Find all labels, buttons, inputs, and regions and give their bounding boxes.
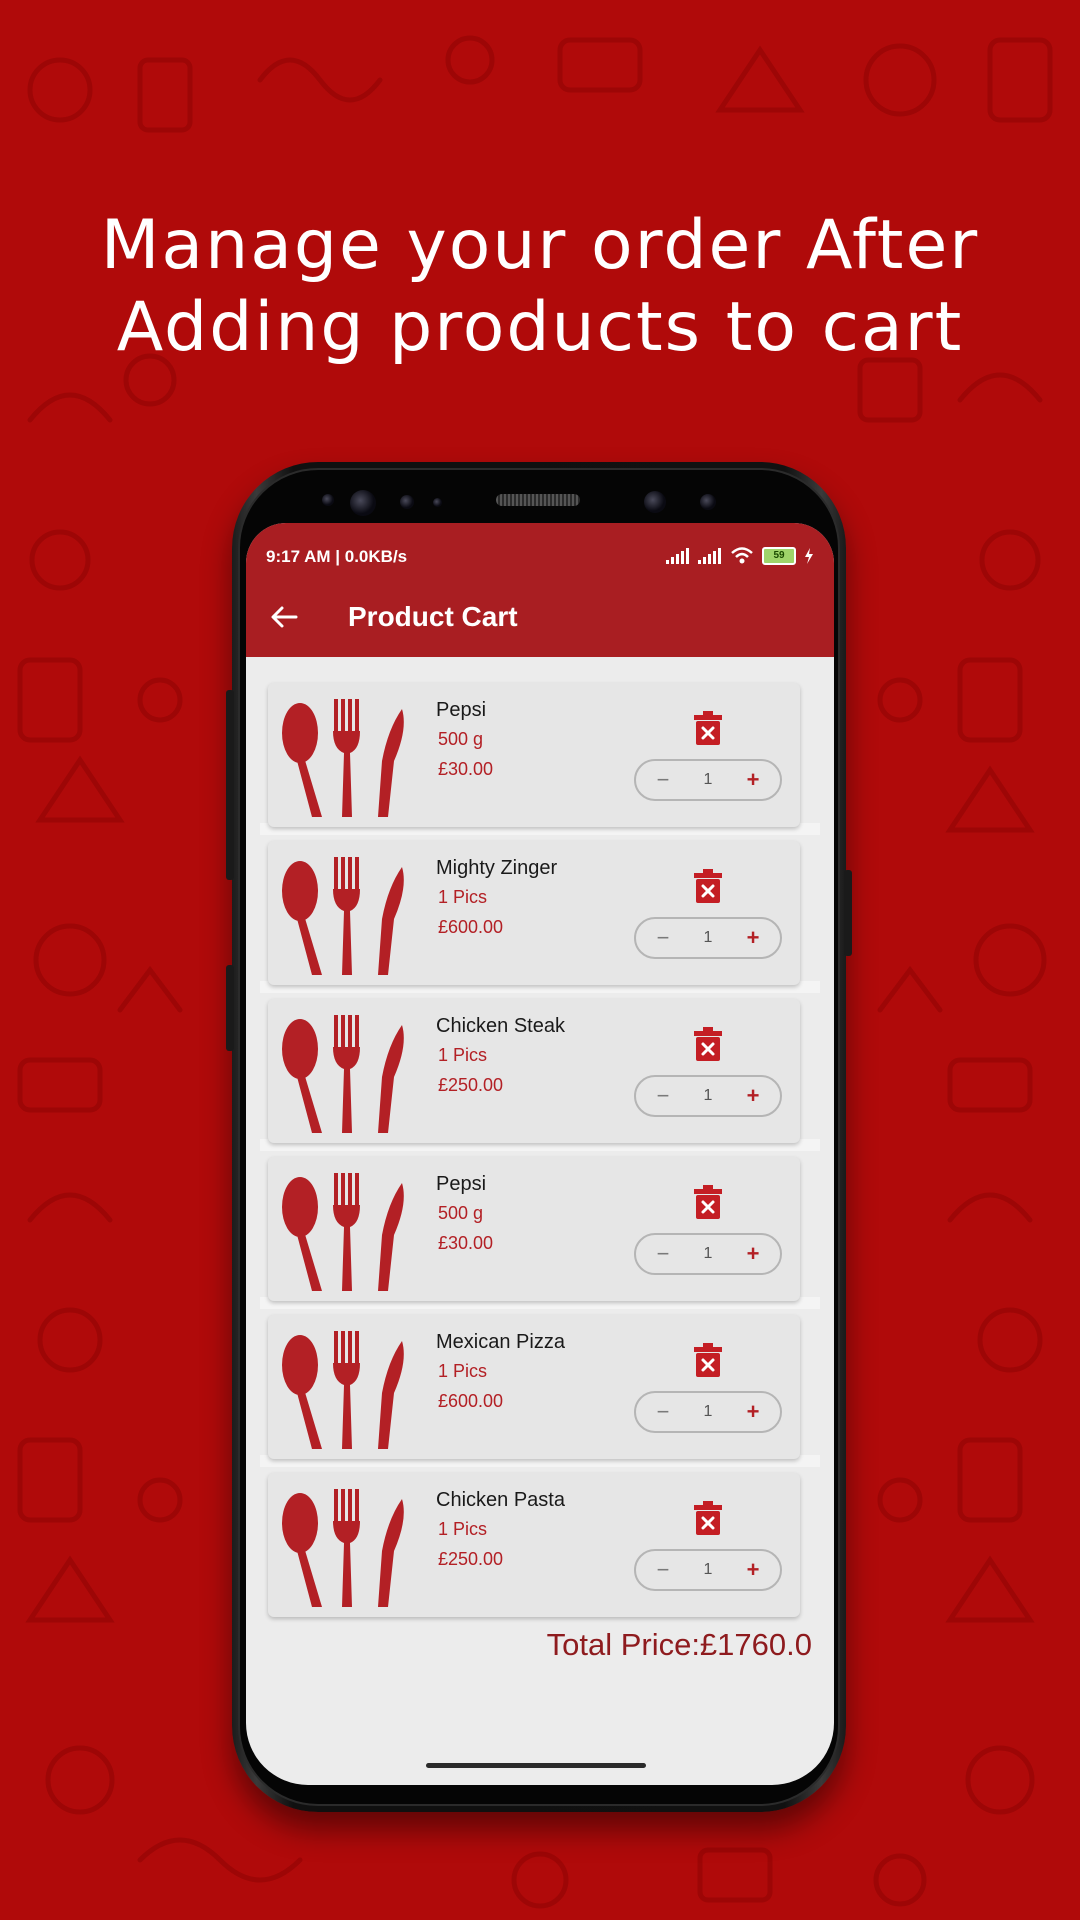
headline-line-1: Manage your order After [100,206,980,285]
trash-icon[interactable] [694,1501,722,1535]
home-indicator[interactable] [426,1763,646,1768]
increment-button[interactable]: + [740,1081,766,1111]
total-price: Total Price:£1760.0 [546,1627,812,1662]
cart-item[interactable]: Chicken Pasta 1 Pics £250.00 − 1 + [268,1473,800,1617]
trash-icon[interactable] [694,1027,722,1061]
quantity-value: 1 [703,1403,713,1420]
signal-icon-2 [698,548,721,564]
trash-icon[interactable] [694,869,722,903]
quantity-value: 1 [703,771,713,788]
status-time: 9:17 AM | 0.0KB/s [266,547,408,566]
product-price: £30.00 [438,1233,494,1253]
utensils-icon [282,1173,404,1291]
cart-item[interactable]: Mexican Pizza 1 Pics £600.00 − 1 + [268,1315,800,1459]
product-name: Mexican Pizza [436,1331,565,1353]
increment-button[interactable]: + [740,923,766,953]
product-price: £250.00 [438,1549,504,1569]
utensils-icon [282,1015,404,1133]
product-name: Pepsi [436,1173,487,1195]
quantity-value: 1 [703,1087,713,1104]
product-quantity: 1 Pics [438,887,488,907]
cart-item[interactable]: Chicken Steak 1 Pics £250.00 − 1 + [268,999,800,1143]
quantity-value: 1 [703,929,713,946]
cart-item[interactable]: Pepsi 500 g £30.00 − 1 + [268,1157,800,1301]
status-bar: 9:17 AM | 0.0KB/s 59 [266,547,814,577]
decrement-button[interactable]: − [650,1239,676,1269]
quantity-stepper: − 1 + [634,917,782,959]
product-quantity: 500 g [438,729,484,749]
product-price: £600.00 [438,917,504,937]
phone-volume-button [226,690,234,880]
product-name: Mighty Zinger [436,857,558,879]
page-title: Product Cart [348,601,518,632]
product-price: £30.00 [438,759,494,779]
back-arrow-icon[interactable] [268,601,300,633]
utensils-icon [282,857,404,975]
increment-button[interactable]: + [740,1397,766,1427]
quantity-stepper: − 1 + [634,1233,782,1275]
decrement-button[interactable]: − [650,923,676,953]
product-quantity: 1 Pics [438,1519,488,1539]
product-quantity: 500 g [438,1203,484,1223]
iris-camera-icon [644,491,666,513]
trash-icon[interactable] [694,1185,722,1219]
app-bar: 9:17 AM | 0.0KB/s 59 Product Cart [246,523,834,657]
charging-icon [805,548,813,564]
status-icons: 59 [666,547,814,565]
cart-item[interactable]: Mighty Zinger 1 Pics £600.00 − 1 + [268,841,800,985]
proximity-sensor-icon [400,495,414,509]
iris-sensor-icon [700,494,716,510]
decrement-button[interactable]: − [650,1555,676,1585]
decrement-button[interactable]: − [650,765,676,795]
signal-icon [666,548,689,564]
phone-power-button [844,870,852,956]
quantity-stepper: − 1 + [634,1075,782,1117]
increment-button[interactable]: + [740,1239,766,1269]
utensils-icon [282,1489,404,1607]
trash-icon[interactable] [694,711,722,745]
front-sensor-icon [322,494,334,506]
quantity-stepper: − 1 + [634,1391,782,1433]
light-sensor-icon [433,498,442,507]
quantity-stepper: − 1 + [634,759,782,801]
utensils-icon [282,1331,404,1449]
cart-item[interactable]: Pepsi 500 g £30.00 − 1 + [268,683,800,827]
product-name: Pepsi [436,699,487,721]
product-price: £250.00 [438,1075,504,1095]
increment-button[interactable]: + [740,765,766,795]
decrement-button[interactable]: − [650,1397,676,1427]
quantity-value: 1 [703,1245,713,1262]
product-price: £600.00 [438,1391,504,1411]
headline-line-2: Adding products to cart [116,288,964,367]
decrement-button[interactable]: − [650,1081,676,1111]
phone-screen: 9:17 AM | 0.0KB/s 59 Product Cart Pepsi … [246,523,834,1785]
promo-headline: Manage your order After Adding products … [0,205,1080,369]
front-camera-icon [350,490,376,516]
battery-icon: 59 [762,547,796,565]
earpiece-speaker [496,494,580,506]
increment-button[interactable]: + [740,1555,766,1585]
quantity-value: 1 [703,1561,713,1578]
product-name: Chicken Steak [436,1015,565,1037]
quantity-stepper: − 1 + [634,1549,782,1591]
trash-icon[interactable] [694,1343,722,1377]
utensils-icon [282,699,404,817]
product-name: Chicken Pasta [436,1489,565,1511]
product-quantity: 1 Pics [438,1045,488,1065]
product-quantity: 1 Pics [438,1361,488,1381]
phone-bixby-button [226,965,234,1051]
wifi-icon [731,547,753,564]
